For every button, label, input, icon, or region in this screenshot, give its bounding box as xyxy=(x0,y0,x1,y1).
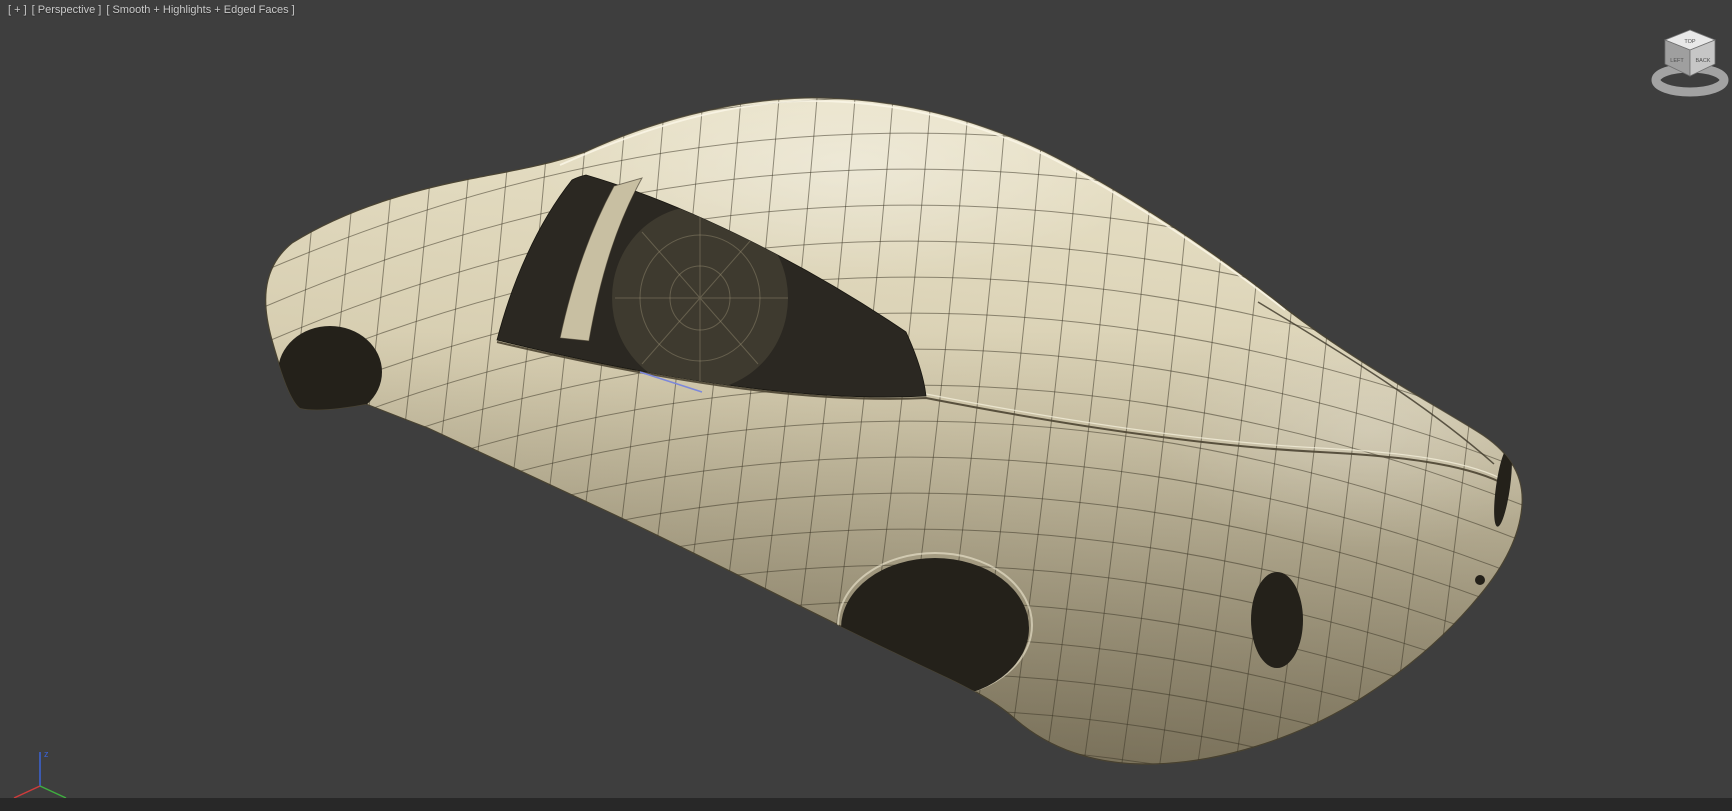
rear-wheel-arch xyxy=(841,558,1029,698)
viewport-shading-menu[interactable]: [ Smooth + Highlights + Edged Faces ] xyxy=(106,3,294,17)
viewcube-label-top: TOP xyxy=(1684,39,1696,45)
viewport-maximize-menu[interactable]: [ + ] xyxy=(8,3,27,17)
car-body-mesh[interactable] xyxy=(200,50,1600,811)
viewport[interactable]: TOP LEFT BACK z x y [ + ] [ Perspective … xyxy=(0,0,1732,811)
view-cube[interactable]: TOP LEFT BACK xyxy=(1651,29,1729,97)
viewport-bottom-edge xyxy=(0,798,1732,811)
viewport-canvas[interactable]: TOP LEFT BACK z x y xyxy=(0,0,1732,811)
viewcube-label-left: LEFT xyxy=(1670,58,1684,64)
z-axis-label: z xyxy=(44,749,49,759)
deck-highlight xyxy=(1150,310,1523,550)
x-axis-line xyxy=(13,785,41,799)
y-axis-line xyxy=(39,785,67,799)
viewport-label: [ + ] [ Perspective ] [ Smooth + Highlig… xyxy=(8,3,295,17)
far-rear-wheel-arch xyxy=(1251,572,1303,668)
viewport-view-menu[interactable]: [ Perspective ] xyxy=(32,3,102,17)
rear-panel-recess xyxy=(1475,575,1485,585)
viewcube-label-right: BACK xyxy=(1696,58,1711,64)
